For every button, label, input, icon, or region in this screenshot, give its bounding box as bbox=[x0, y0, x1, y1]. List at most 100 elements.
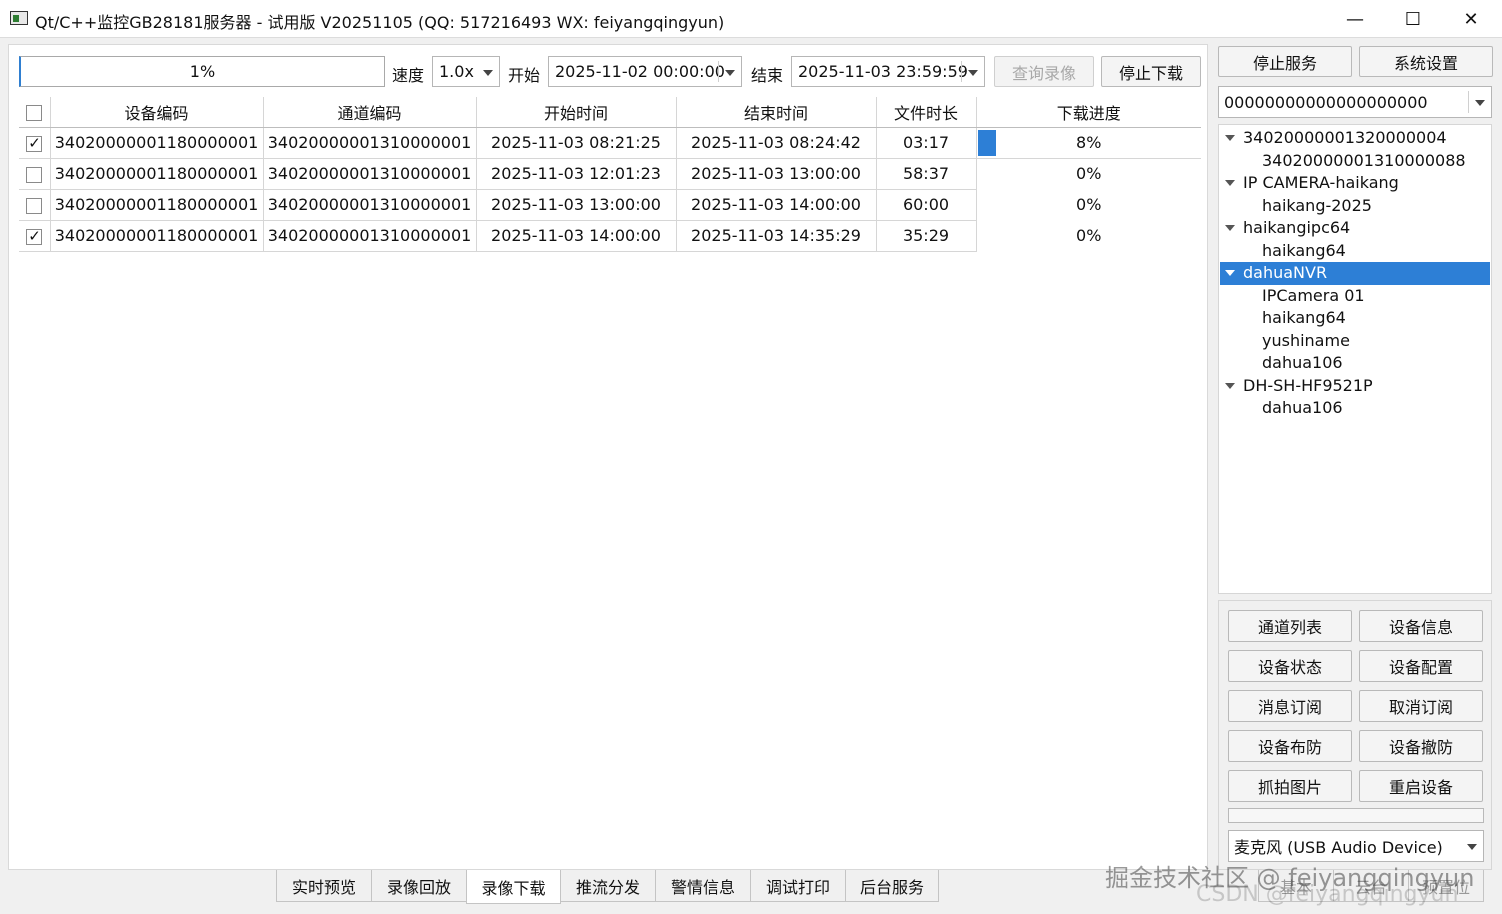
duration-cell: 58:37 bbox=[876, 158, 977, 190]
row-checkbox-cell[interactable] bbox=[19, 158, 51, 190]
row-checkbox-cell[interactable] bbox=[19, 127, 51, 159]
stop-service-button[interactable]: 停止服务 bbox=[1218, 46, 1352, 77]
tree-node-label: haikang64 bbox=[1262, 308, 1346, 327]
device-id-select[interactable]: 00000000000000000000 bbox=[1218, 86, 1492, 118]
tree-channel-node[interactable]: haikang-2025 bbox=[1220, 195, 1490, 218]
speed-select[interactable]: 1.0x bbox=[432, 56, 500, 87]
tree-node-label: IPCamera 01 bbox=[1262, 285, 1365, 305]
start-label: 开始 bbox=[508, 66, 541, 85]
progress-fill bbox=[977, 129, 996, 156]
query-recording-button[interactable]: 查询录像 bbox=[994, 56, 1094, 87]
device-action-button[interactable]: 设备撤防 bbox=[1359, 730, 1483, 762]
channel-code-cell: 34020000001310000001 bbox=[263, 158, 477, 190]
table-row[interactable]: 3402000000118000000134020000001310000001… bbox=[19, 158, 1201, 190]
expand-arrow-icon[interactable] bbox=[1225, 180, 1235, 186]
end-time-cell: 2025-11-03 14:35:29 bbox=[676, 220, 877, 252]
duration-cell: 60:00 bbox=[876, 189, 977, 221]
device-action-button[interactable]: 重启设备 bbox=[1359, 770, 1483, 802]
column-header-end[interactable]: 结束时间 bbox=[676, 97, 877, 128]
row-checkbox-cell[interactable] bbox=[19, 189, 51, 221]
device-action-button[interactable]: 设备信息 bbox=[1359, 610, 1483, 642]
column-header-start[interactable]: 开始时间 bbox=[476, 97, 677, 128]
tab-1[interactable]: 录像回放 bbox=[371, 870, 467, 902]
tree-node-label: yushiname bbox=[1262, 330, 1350, 350]
expand-arrow-icon[interactable] bbox=[1225, 270, 1235, 276]
table-row[interactable]: 3402000000118000000134020000001310000001… bbox=[19, 189, 1201, 221]
end-datetime-field[interactable]: 2025-11-03 23:59:59 bbox=[791, 56, 985, 87]
duration-cell: 03:17 bbox=[876, 127, 977, 159]
row-checkbox[interactable] bbox=[26, 166, 43, 183]
tree-channel-node[interactable]: 34020000001310000088 bbox=[1220, 150, 1490, 173]
stop-download-button[interactable]: 停止下载 bbox=[1101, 56, 1201, 87]
row-checkbox-cell[interactable] bbox=[19, 220, 51, 252]
tree-channel-node[interactable]: dahua106 bbox=[1220, 352, 1490, 375]
title-bar: Qt/C++监控GB28181服务器 - 试用版 V20251105 (QQ: … bbox=[0, 0, 1502, 38]
expand-arrow-icon[interactable] bbox=[1225, 135, 1235, 141]
tree-channel-node[interactable]: haikang64 bbox=[1220, 307, 1490, 330]
minimize-icon[interactable]: — bbox=[1326, 0, 1384, 38]
chevron-down-icon[interactable] bbox=[1475, 100, 1485, 106]
column-header-progress[interactable]: 下载进度 bbox=[976, 97, 1201, 128]
tree-node-label: 34020000001310000088 bbox=[1262, 150, 1466, 170]
tree-device-node[interactable]: haikangipc64 bbox=[1220, 217, 1490, 240]
chevron-down-icon[interactable] bbox=[1467, 844, 1477, 850]
progress-cell: 8% bbox=[976, 127, 1201, 159]
progress-text: 0% bbox=[1076, 164, 1102, 184]
device-action-button[interactable]: 设备配置 bbox=[1359, 650, 1483, 682]
speed-value: 1.0x bbox=[439, 62, 474, 81]
end-time-cell: 2025-11-03 13:00:00 bbox=[676, 158, 877, 190]
tab-0[interactable]: 实时预览 bbox=[276, 870, 372, 902]
column-header-channel[interactable]: 通道编码 bbox=[263, 97, 477, 128]
tab-6[interactable]: 后台服务 bbox=[845, 870, 939, 902]
device-action-button[interactable]: 消息订阅 bbox=[1228, 690, 1352, 722]
tree-device-node[interactable]: IP CAMERA-haikang bbox=[1220, 172, 1490, 195]
column-header-device[interactable]: 设备编码 bbox=[50, 97, 264, 128]
tab-5[interactable]: 调试打印 bbox=[750, 870, 846, 902]
select-all-header[interactable] bbox=[19, 97, 51, 128]
device-action-button[interactable]: 设备状态 bbox=[1228, 650, 1352, 682]
start-time-cell: 2025-11-03 08:21:25 bbox=[476, 127, 677, 159]
tab-2[interactable]: 录像下载 bbox=[466, 870, 561, 904]
table-row[interactable]: 3402000000118000000134020000001310000001… bbox=[19, 127, 1201, 159]
volume-bar[interactable] bbox=[1228, 808, 1484, 823]
system-settings-button[interactable]: 系统设置 bbox=[1359, 46, 1493, 77]
start-time-cell: 2025-11-03 14:00:00 bbox=[476, 220, 677, 252]
row-checkbox[interactable] bbox=[26, 134, 43, 152]
progress-cell: 0% bbox=[976, 220, 1201, 251]
tree-node-label: haikang64 bbox=[1262, 240, 1346, 260]
tree-node-label: haikangipc64 bbox=[1243, 218, 1351, 237]
window-title: Qt/C++监控GB28181服务器 - 试用版 V20251105 (QQ: … bbox=[35, 13, 725, 32]
tree-channel-node[interactable]: IPCamera 01 bbox=[1220, 285, 1490, 308]
tree-channel-node[interactable]: haikang64 bbox=[1220, 240, 1490, 263]
tab-4[interactable]: 警情信息 bbox=[655, 870, 751, 902]
chevron-down-icon[interactable] bbox=[968, 69, 978, 76]
progress-cell: 0% bbox=[976, 189, 1201, 220]
tree-channel-node[interactable]: yushiname bbox=[1220, 330, 1490, 353]
close-icon[interactable]: ✕ bbox=[1442, 0, 1500, 38]
row-checkbox[interactable] bbox=[26, 227, 43, 245]
table-header-row: 设备编码 通道编码 开始时间 结束时间 文件时长 下载进度 bbox=[19, 97, 1201, 128]
tree-device-node[interactable]: DH-SH-HF9521P bbox=[1220, 375, 1490, 398]
expand-arrow-icon[interactable] bbox=[1225, 225, 1235, 231]
row-checkbox[interactable] bbox=[26, 197, 43, 214]
tree-node-label: DH-SH-HF9521P bbox=[1243, 375, 1373, 395]
start-datetime-field[interactable]: 2025-11-02 00:00:00 bbox=[548, 56, 742, 87]
end-label: 结束 bbox=[751, 66, 784, 85]
column-header-duration[interactable]: 文件时长 bbox=[876, 97, 977, 128]
device-action-button[interactable]: 通道列表 bbox=[1228, 610, 1352, 642]
device-action-button[interactable]: 取消订阅 bbox=[1359, 690, 1483, 722]
expand-arrow-icon[interactable] bbox=[1225, 382, 1235, 389]
select-all-checkbox[interactable] bbox=[26, 104, 43, 121]
tree-channel-node[interactable]: dahua106 bbox=[1220, 397, 1490, 420]
device-action-button[interactable]: 抓拍图片 bbox=[1228, 770, 1352, 802]
start-time-cell: 2025-11-03 13:00:00 bbox=[476, 189, 677, 221]
tree-node-label: dahua106 bbox=[1262, 353, 1343, 372]
device-action-button[interactable]: 设备布防 bbox=[1228, 730, 1352, 762]
chevron-down-icon bbox=[483, 69, 493, 76]
tab-3[interactable]: 推流分发 bbox=[560, 870, 656, 902]
table-row[interactable]: 3402000000118000000134020000001310000001… bbox=[19, 220, 1201, 252]
tree-device-node[interactable]: 34020000001320000004 bbox=[1220, 127, 1490, 150]
tree-device-node[interactable]: dahuaNVR bbox=[1220, 262, 1490, 285]
maximize-icon[interactable]: ☐ bbox=[1384, 0, 1442, 38]
chevron-down-icon[interactable] bbox=[725, 69, 735, 76]
